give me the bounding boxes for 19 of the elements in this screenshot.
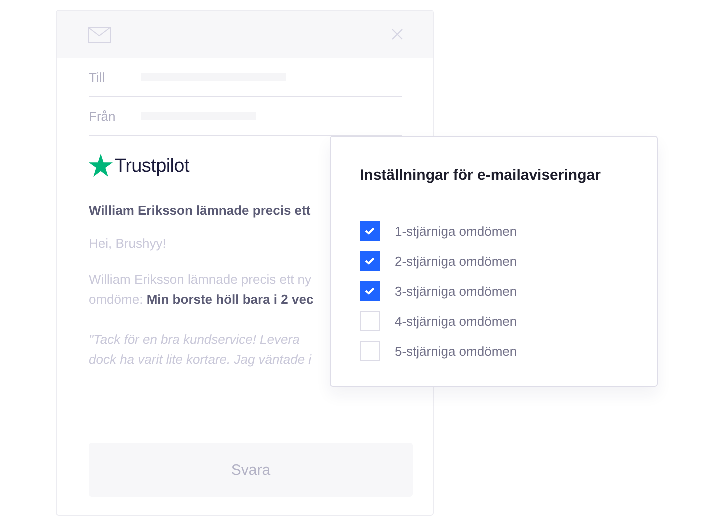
star-icon <box>89 154 113 177</box>
reply-button[interactable]: Svara <box>89 443 413 497</box>
email-subject: William Eriksson lämnade precis ett <box>89 203 312 218</box>
checkbox[interactable] <box>360 221 380 241</box>
envelope-icon <box>88 26 111 42</box>
option-label: 2-stjärniga omdömen <box>395 254 518 268</box>
brand-name: Trustpilot <box>115 157 190 177</box>
option-label: 4-stjärniga omdömen <box>395 314 518 328</box>
check-icon <box>365 257 375 265</box>
option-label: 1-stjärniga omdömen <box>395 224 518 238</box>
checkbox[interactable] <box>360 281 380 301</box>
settings-title: Inställningar för e-mailaviseringar <box>360 167 602 184</box>
option-label: 5-stjärniga omdömen <box>395 344 518 358</box>
field-label: Från <box>89 108 117 124</box>
check-icon <box>365 287 375 295</box>
checkbox[interactable] <box>360 251 380 271</box>
option-label: 3-stjärniga omdömen <box>395 284 518 298</box>
check-icon <box>365 227 375 235</box>
field-label: Till <box>89 70 106 84</box>
